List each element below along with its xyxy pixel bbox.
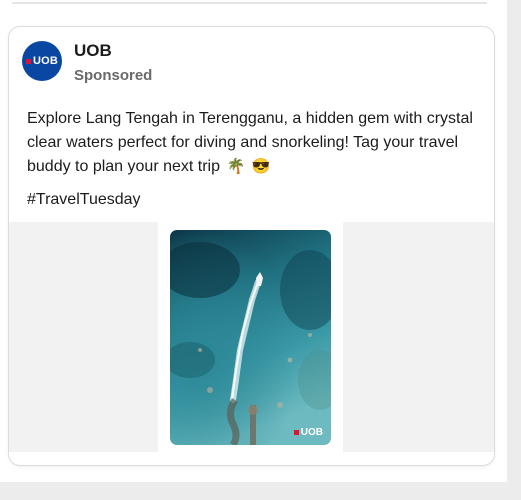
post-text-line-3: buddy to plan your next trip bbox=[27, 158, 221, 175]
sponsored-label[interactable]: Sponsored bbox=[74, 67, 152, 84]
media-frame: UOB bbox=[158, 222, 343, 452]
post-text-line-1: Explore Lang Tengah in Terengganu, a hid… bbox=[27, 110, 473, 127]
post-image[interactable]: UOB bbox=[170, 230, 331, 445]
sponsored-post-card: UOB UOB Sponsored Explore Lang Tengah in… bbox=[8, 26, 495, 466]
uob-logo-square bbox=[25, 58, 31, 64]
avatar-text: UOB bbox=[32, 55, 59, 67]
palm-tree-emoji: 🌴 bbox=[226, 158, 246, 175]
media-area: UOB bbox=[9, 222, 494, 452]
sunglasses-emoji: 😎 bbox=[251, 158, 271, 175]
uob-watermark-square bbox=[293, 430, 299, 435]
feed-gap bbox=[0, 482, 521, 500]
hashtag-link[interactable]: #TravelTuesday bbox=[27, 191, 141, 209]
watermark-text: UOB bbox=[300, 427, 323, 438]
page-name-link[interactable]: UOB bbox=[74, 41, 112, 61]
uob-watermark-icon: UOB bbox=[293, 427, 323, 438]
avatar[interactable]: UOB bbox=[22, 41, 62, 81]
divider-top bbox=[12, 2, 487, 4]
post-text: Explore Lang Tengah in Terengganu, a hid… bbox=[27, 107, 487, 179]
post-text-line-2: clear waters perfect for diving and snor… bbox=[27, 134, 459, 151]
aerial-boat-image bbox=[170, 230, 331, 445]
scroll-gutter bbox=[507, 0, 521, 488]
uob-logo-icon: UOB bbox=[25, 55, 59, 67]
